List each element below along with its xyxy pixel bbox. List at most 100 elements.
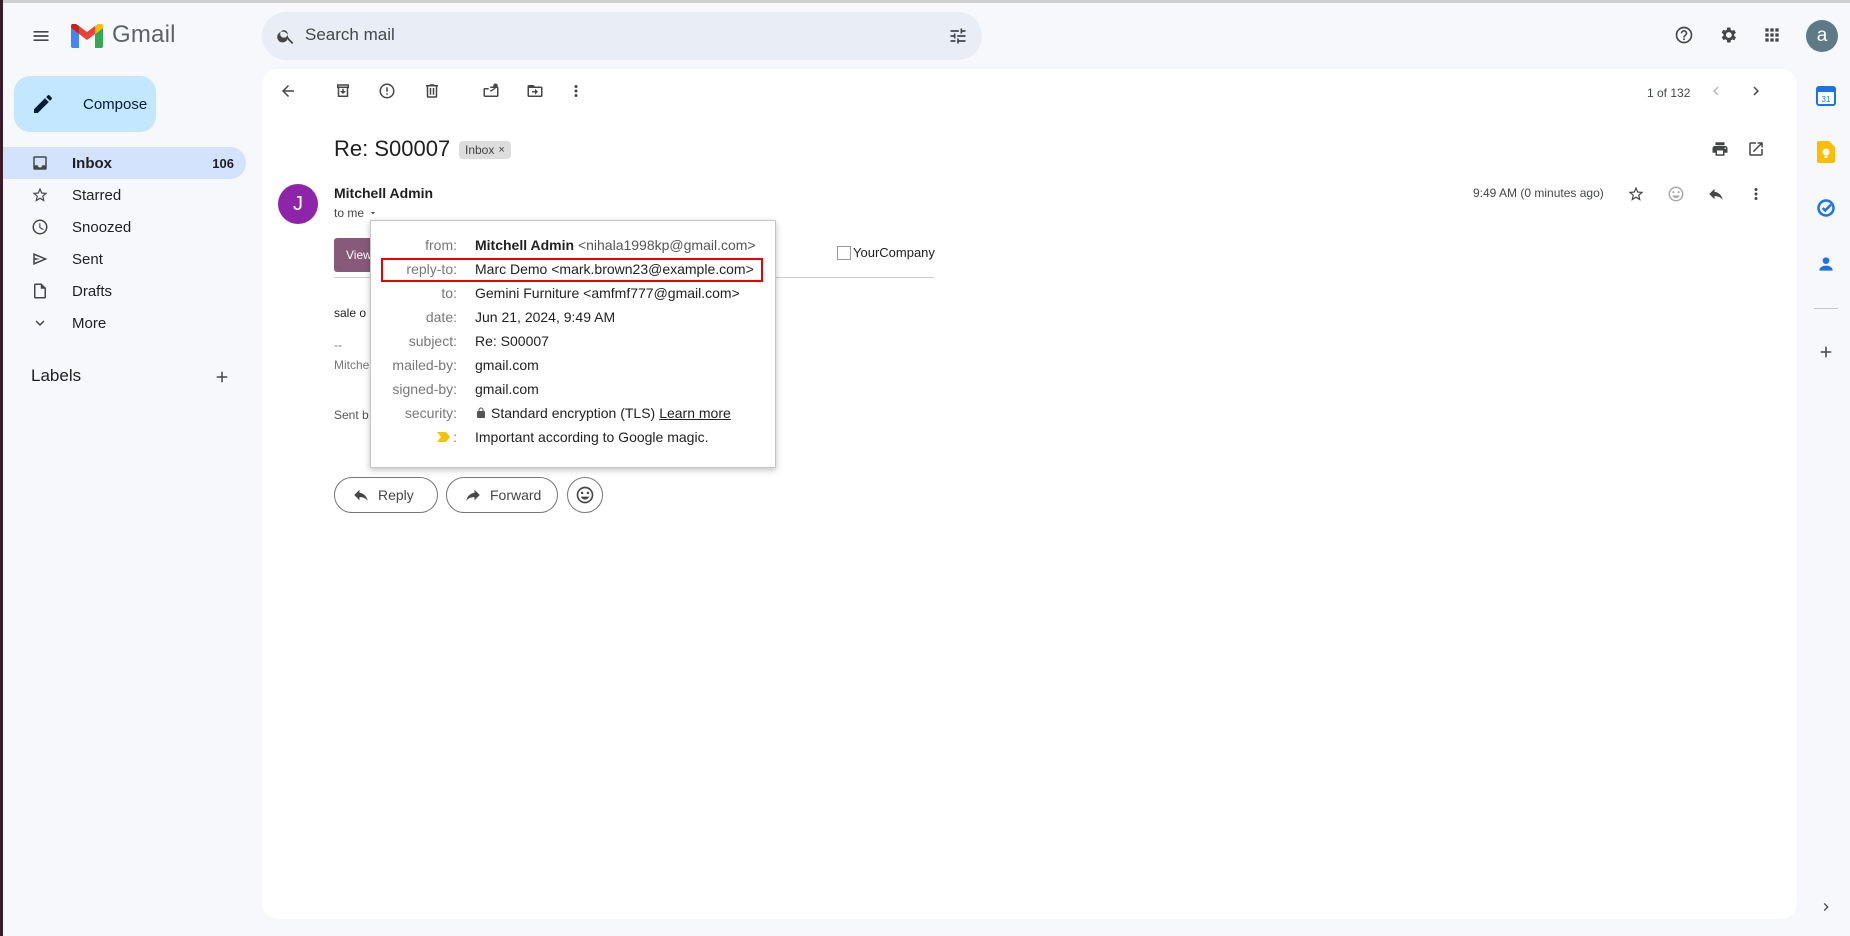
older-chevron-right-icon[interactable] <box>1738 73 1774 109</box>
inbox-unread-count: 106 <box>212 155 234 171</box>
calendar-icon[interactable]: 31 <box>1814 84 1838 108</box>
compose-button[interactable]: Compose <box>14 76 156 132</box>
show-details-dropdown-icon[interactable] <box>368 208 378 218</box>
detail-value: gmail.com <box>475 357 539 373</box>
detail-label: signed-by: <box>392 381 457 397</box>
gmail-wordmark[interactable]: Gmail <box>112 21 176 49</box>
detail-row-to: to: Gemini Furniture <amfmf777@gmail.com… <box>371 285 777 305</box>
get-addons-plus-icon[interactable] <box>1814 340 1838 364</box>
keep-notes-icon[interactable] <box>1814 140 1838 164</box>
sidebar-item-starred[interactable]: Starred <box>3 179 246 211</box>
detail-row-signed-by: signed-by: gmail.com <box>371 381 777 401</box>
send-icon <box>33 253 48 265</box>
account-avatar[interactable]: a <box>1806 20 1838 52</box>
learn-more-link[interactable]: Learn more <box>659 405 731 421</box>
detail-value: Standard encryption (TLS) Learn more <box>475 405 731 421</box>
chevron-down-icon <box>35 320 45 326</box>
detail-value: Marc Demo <mark.brown23@example.com> <box>475 261 754 277</box>
emoji-reaction-button[interactable] <box>567 477 603 513</box>
help-icon[interactable] <box>1666 17 1702 53</box>
detail-label: from: <box>425 237 457 253</box>
detail-row-from: from: Mitchell Admin <nihala1998kp@gmail… <box>371 237 777 257</box>
pagination-text: 1 of 132 <box>1647 86 1691 100</box>
search-bar[interactable]: Search mail <box>262 12 982 60</box>
sidebar-item-label: Sent <box>72 250 103 268</box>
add-reaction-emoji-icon[interactable] <box>1658 176 1694 212</box>
compose-label: Compose <box>83 95 148 113</box>
recipient-text: to me <box>334 206 365 220</box>
sidebar-item-drafts[interactable]: Drafts <box>3 275 246 307</box>
labels-heading: Labels <box>31 366 82 385</box>
move-to-folder-icon[interactable] <box>517 73 553 109</box>
newer-chevron-left-icon[interactable] <box>1698 73 1734 109</box>
contacts-icon[interactable] <box>1814 252 1838 276</box>
reply-label: Reply <box>378 487 414 503</box>
email-subject: Re: S00007 <box>334 136 451 161</box>
search-input[interactable]: Search mail <box>305 25 395 45</box>
main-menu-icon[interactable] <box>23 18 59 54</box>
sidebar-item-label: Snoozed <box>72 218 132 236</box>
settings-gear-icon[interactable] <box>1710 17 1746 53</box>
sidebar-item-sent[interactable]: Sent <box>3 243 246 275</box>
detail-value: Important according to Google magic. <box>475 429 709 445</box>
inbox-label-chip: Inbox × <box>459 141 511 159</box>
sidebar-item-label: Starred <box>72 186 122 204</box>
detail-label: reply-to: <box>406 261 457 277</box>
sidebar-item-label: Drafts <box>72 282 113 300</box>
important-marker-icon <box>437 432 451 442</box>
search-options-icon[interactable] <box>948 26 968 46</box>
detail-row-mailed-by: mailed-by: gmail.com <box>371 357 777 377</box>
detail-row-security: security: Standard encryption (TLS) Lear… <box>371 405 777 425</box>
sidebar-item-label: Inbox <box>72 154 112 172</box>
remove-label-icon[interactable]: × <box>498 144 504 156</box>
email-timestamp: 9:49 AM (0 minutes ago) <box>1473 186 1604 200</box>
forward-label: Forward <box>490 487 542 503</box>
open-new-window-icon[interactable] <box>1738 131 1774 167</box>
sidebar-nav: Inbox 106 Starred Snoozed Sent Drafts Mo… <box>3 147 246 339</box>
sidebar-item-inbox[interactable]: Inbox 106 <box>3 147 246 179</box>
inbox-chip-label: Inbox <box>465 143 495 157</box>
detail-value: Mitchell Admin <nihala1998kp@gmail.com> <box>475 237 756 253</box>
mark-unread-icon[interactable] <box>473 73 509 109</box>
print-icon[interactable] <box>1702 131 1738 167</box>
sidebar-item-snoozed[interactable]: Snoozed <box>3 211 246 243</box>
search-icon[interactable] <box>276 26 296 46</box>
detail-value: Jun 21, 2024, 9:49 AM <box>475 309 616 325</box>
message-more-vert-icon[interactable] <box>1738 176 1774 212</box>
reply-arrow-icon[interactable] <box>1698 176 1734 212</box>
star-icon[interactable] <box>1618 176 1654 212</box>
tasks-icon[interactable] <box>1814 196 1838 220</box>
broken-image-icon <box>837 245 851 260</box>
detail-label: to: <box>441 285 457 301</box>
sender-name[interactable]: Mitchell Admin <box>334 185 433 201</box>
lock-icon <box>477 407 485 418</box>
archive-icon[interactable] <box>325 73 361 109</box>
star-icon <box>32 187 48 202</box>
reply-button[interactable]: Reply <box>334 477 438 513</box>
forward-button[interactable]: Forward <box>446 477 558 513</box>
detail-row-importance: : Important according to Google magic. <box>371 429 777 449</box>
detail-label: date: <box>425 309 457 325</box>
from-email: <nihala1998kp@gmail.com> <box>577 237 756 253</box>
rail-divider <box>1814 308 1838 309</box>
more-vert-icon[interactable] <box>558 73 594 109</box>
sender-avatar[interactable]: J <box>278 184 318 224</box>
message-details-popup: from: Mitchell Admin <nihala1998kp@gmail… <box>370 220 776 468</box>
smiley-icon <box>576 486 594 504</box>
inbox-icon <box>33 156 47 170</box>
recipient-line: to me <box>334 206 378 220</box>
report-spam-icon[interactable] <box>369 73 405 109</box>
back-arrow-icon[interactable] <box>270 73 306 109</box>
add-label-icon[interactable] <box>213 368 231 386</box>
detail-value: Gemini Furniture <amfmf777@gmail.com> <box>475 285 740 301</box>
reply-icon <box>354 489 368 501</box>
gmail-logo-icon[interactable] <box>71 24 103 48</box>
expand-side-panel-chevron-icon[interactable] <box>1814 895 1838 919</box>
detail-value: Re: S00007 <box>475 333 549 349</box>
apps-grid-icon[interactable] <box>1754 17 1790 53</box>
delete-trash-icon[interactable] <box>414 73 450 109</box>
importance-label: : <box>453 429 457 445</box>
sidebar-item-more[interactable]: More <box>3 307 246 339</box>
company-logo-image: YourCompany <box>837 245 935 260</box>
svg-text:31: 31 <box>1822 95 1831 104</box>
